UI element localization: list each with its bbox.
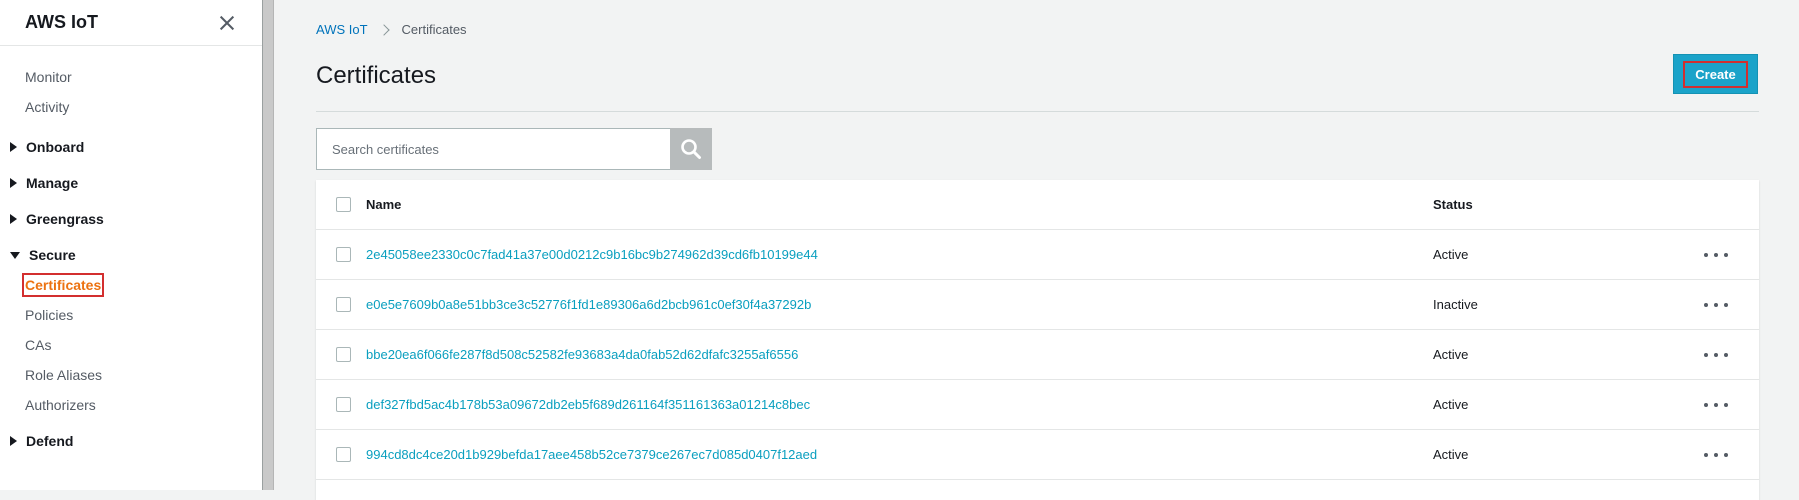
table-row: 2e45058ee2330c0c7fad41a37e00d0212c9b16bc…	[316, 230, 1759, 280]
row-checkbox[interactable]	[336, 447, 351, 462]
certificate-name-link[interactable]: 2e45058ee2330c0c7fad41a37e00d0212c9b16bc…	[366, 247, 818, 262]
caret-right-icon	[10, 436, 17, 446]
search-input[interactable]	[316, 128, 670, 170]
select-all-checkbox[interactable]	[336, 197, 351, 212]
sidebar-nav: Monitor Activity Onboard Manage Greengra…	[0, 46, 262, 456]
sidebar-section-onboard[interactable]: Onboard	[0, 132, 262, 162]
sidebar-title: AWS IoT	[25, 12, 98, 32]
search-button[interactable]	[670, 128, 712, 170]
table-row: 994cd8dc4ce20d1b929befda17aee458b52ce737…	[316, 430, 1759, 480]
create-button-label: Create	[1683, 60, 1748, 88]
column-header-status: Status	[1433, 197, 1473, 212]
more-icon[interactable]	[1704, 399, 1728, 411]
sidebar-item-policies[interactable]: Policies	[0, 300, 262, 330]
certificate-status: Active	[1433, 347, 1469, 362]
sidebar-scrollbar[interactable]	[262, 0, 274, 490]
row-checkbox[interactable]	[336, 247, 351, 262]
caret-down-icon	[10, 251, 20, 259]
sidebar-section-label: Manage	[26, 175, 79, 191]
caret-right-icon	[10, 142, 17, 152]
row-checkbox[interactable]	[336, 397, 351, 412]
caret-right-icon	[10, 178, 17, 188]
sidebar-item-role-aliases[interactable]: Role Aliases	[0, 360, 262, 390]
sidebar-item-activity[interactable]: Activity	[0, 92, 262, 122]
breadcrumb: AWS IoT Certificates	[316, 22, 467, 37]
create-button[interactable]: Create	[1673, 54, 1758, 94]
certificate-status: Active	[1433, 397, 1469, 412]
certificate-status: Inactive	[1433, 297, 1478, 312]
table-row: bbe20ea6f066fe287f8d508c52582fe93683a4da…	[316, 330, 1759, 380]
table-header-row: Name Status	[316, 180, 1759, 230]
close-icon[interactable]	[217, 13, 237, 33]
more-icon[interactable]	[1704, 299, 1728, 311]
certificate-name-link[interactable]: e0e5e7609b0a8e51bb3ce3c52776f1fd1e89306a…	[366, 297, 811, 312]
certificate-name-link[interactable]: def327fbd5ac4b178b53a09672db2eb5f689d261…	[366, 397, 810, 412]
sidebar-item-authorizers[interactable]: Authorizers	[0, 390, 262, 420]
sidebar-section-label: Secure	[29, 247, 76, 263]
certificate-status: Active	[1433, 447, 1469, 462]
more-icon[interactable]	[1704, 349, 1728, 361]
sidebar: AWS IoT Monitor Activity Onboard Manage …	[0, 0, 262, 490]
sidebar-item-certificates[interactable]: Certificates	[0, 270, 262, 300]
sidebar-item-label: Certificates	[22, 273, 105, 297]
breadcrumb-current: Certificates	[401, 22, 467, 37]
table-row: def327fbd5ac4b178b53a09672db2eb5f689d261…	[316, 380, 1759, 430]
certificate-name-link[interactable]: 994cd8dc4ce20d1b929befda17aee458b52ce737…	[366, 447, 817, 462]
divider	[316, 111, 1759, 112]
certificate-status: Active	[1433, 247, 1469, 262]
row-checkbox[interactable]	[336, 347, 351, 362]
sidebar-section-label: Onboard	[26, 139, 85, 155]
main-content: AWS IoT Certificates Certificates Create…	[274, 0, 1799, 500]
breadcrumb-root-link[interactable]: AWS IoT	[316, 22, 368, 37]
sidebar-header: AWS IoT	[0, 0, 262, 46]
certificate-name-link[interactable]: bbe20ea6f066fe287f8d508c52582fe93683a4da…	[366, 347, 798, 362]
sidebar-section-label: Greengrass	[26, 211, 104, 227]
sidebar-section-defend[interactable]: Defend	[0, 426, 262, 456]
sidebar-item-cas[interactable]: CAs	[0, 330, 262, 360]
search-bar	[316, 128, 712, 170]
search-icon	[681, 139, 701, 159]
sidebar-section-label: Defend	[26, 433, 74, 449]
sidebar-item-monitor[interactable]: Monitor	[0, 62, 262, 92]
table-row: e0e5e7609b0a8e51bb3ce3c52776f1fd1e89306a…	[316, 280, 1759, 330]
column-header-name: Name	[366, 197, 402, 212]
caret-right-icon	[10, 214, 17, 224]
chevron-right-icon	[377, 23, 390, 36]
sidebar-section-greengrass[interactable]: Greengrass	[0, 204, 262, 234]
more-icon[interactable]	[1704, 449, 1728, 461]
certificates-table: Name Status 2e45058ee2330c0c7fad41a37e00…	[316, 180, 1759, 500]
sidebar-section-manage[interactable]: Manage	[0, 168, 262, 198]
row-checkbox[interactable]	[336, 297, 351, 312]
more-icon[interactable]	[1704, 249, 1728, 261]
page-title: Certificates	[316, 62, 437, 89]
sidebar-section-secure[interactable]: Secure	[0, 240, 262, 270]
